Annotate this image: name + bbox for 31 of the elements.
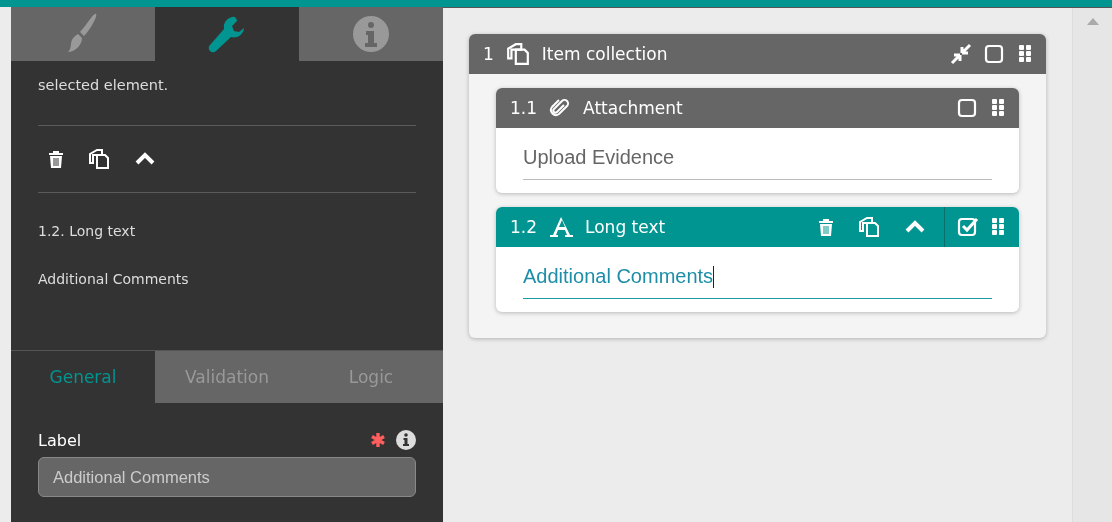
panel-tab[interactable] [155,7,299,61]
field-label: Label [38,430,82,450]
drag-handle-icon[interactable] [1018,45,1032,63]
item-title: Item collection [541,44,668,64]
copy-icon [505,42,530,66]
item-title: Long text [585,217,666,237]
question-card[interactable]: 1.1 Attachment Upload Evidence [496,88,1019,193]
element-path: 1.2. Long text [38,223,137,239]
question-text-field[interactable]: Upload Evidence [523,146,992,180]
caret-up-icon[interactable] [134,152,156,166]
drag-handle-icon[interactable] [991,99,1005,117]
item-number: 1.2 [510,217,538,237]
info-icon [352,15,390,53]
element-label: Additional Comments [38,271,190,287]
info-icon[interactable] [396,430,416,450]
description-text: selected element. [38,76,170,95]
collapse-icon[interactable] [950,43,972,65]
copy-icon[interactable] [88,148,110,170]
item-title: Attachment [583,98,683,118]
trash-icon[interactable] [48,150,64,168]
checkbox-icon[interactable] [957,98,979,118]
item-number: 1 [483,44,494,64]
checked-checkbox-icon[interactable] [957,217,979,237]
item-number: 1.1 [510,98,538,118]
question-card[interactable]: 1.2 Long text Additional Comments [496,207,1019,312]
paperclip-icon [549,97,572,119]
letter-icon [549,216,574,238]
label-input-field[interactable]: Additional Comments [38,457,416,497]
question-text-field[interactable]: Additional Comments [523,265,992,299]
checkbox-icon[interactable] [984,44,1006,64]
drag-handle-icon[interactable] [991,218,1005,236]
